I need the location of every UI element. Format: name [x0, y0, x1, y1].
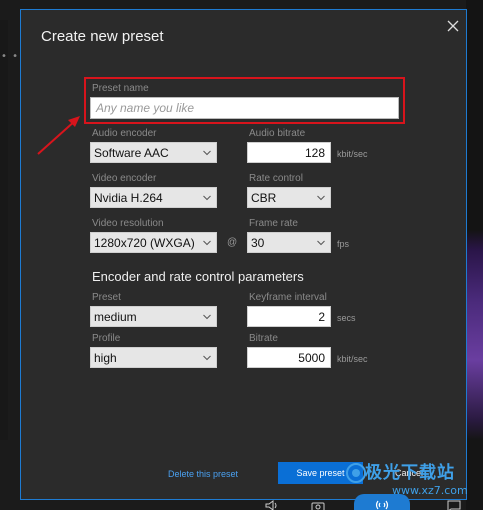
keyframe-interval-unit: secs — [337, 313, 356, 323]
at-sign: @ — [227, 237, 238, 248]
frame-rate-value: 30 — [251, 236, 265, 250]
preset-value: medium — [94, 310, 137, 324]
preset-select[interactable]: medium — [90, 306, 217, 327]
close-button[interactable] — [441, 14, 465, 38]
annotation-arrow-icon — [37, 116, 80, 155]
bitrate-unit: kbit/sec — [337, 354, 368, 364]
video-encoder-label: Video encoder — [92, 173, 157, 184]
create-preset-dialog: Create new preset Preset name Any name y… — [20, 9, 467, 500]
chevron-down-icon — [317, 240, 325, 246]
frame-rate-select[interactable]: 30 — [247, 232, 331, 253]
app-toolbar — [258, 494, 468, 510]
watermark-logo — [346, 463, 366, 483]
bitrate-label: Bitrate — [249, 333, 278, 344]
chevron-down-icon — [317, 195, 325, 201]
profile-select[interactable]: high — [90, 347, 217, 368]
background-more-dots: • • — [1, 51, 19, 62]
close-icon — [447, 20, 459, 32]
background-left-panel — [0, 20, 8, 440]
video-resolution-select[interactable]: 1280x720 (WXGA) — [90, 232, 217, 253]
camera-icon[interactable] — [310, 500, 326, 510]
keyframe-interval-input[interactable]: 2 — [247, 306, 331, 327]
chevron-down-icon — [203, 314, 211, 320]
broadcast-icon — [375, 500, 389, 510]
preset-name-input[interactable]: Any name you like — [90, 97, 399, 119]
video-resolution-value: 1280x720 (WXGA) — [94, 236, 195, 250]
audio-bitrate-input[interactable]: 128 — [247, 142, 331, 163]
chevron-down-icon — [203, 240, 211, 246]
keyframe-interval-label: Keyframe interval — [249, 292, 327, 303]
rate-control-value: CBR — [251, 191, 277, 205]
chevron-down-icon — [203, 150, 211, 156]
audio-bitrate-unit: kbit/sec — [337, 149, 368, 159]
preset-label: Preset — [92, 292, 121, 303]
video-encoder-select[interactable]: Nvidia H.264 — [90, 187, 217, 208]
preset-name-label: Preset name — [92, 83, 149, 94]
profile-label: Profile — [92, 333, 121, 344]
audio-encoder-label: Audio encoder — [92, 128, 157, 139]
audio-encoder-value: Software AAC — [94, 146, 169, 160]
watermark-title: 极光下载站 — [365, 463, 455, 483]
video-encoder-value: Nvidia H.264 — [94, 191, 163, 205]
audio-encoder-select[interactable]: Software AAC — [90, 142, 217, 163]
video-resolution-label: Video resolution — [92, 218, 164, 229]
watermark-url: www.xz7.com — [392, 484, 468, 497]
profile-value: high — [94, 351, 117, 365]
dialog-title: Create new preset — [41, 28, 164, 45]
bitrate-input[interactable]: 5000 — [247, 347, 331, 368]
delete-preset-link[interactable]: Delete this preset — [168, 469, 238, 479]
audio-bitrate-label: Audio bitrate — [249, 128, 306, 139]
background-preview-strip — [466, 0, 483, 510]
frame-rate-unit: fps — [337, 239, 350, 249]
rate-control-label: Rate control — [249, 173, 303, 184]
chevron-down-icon — [203, 355, 211, 361]
speaker-icon[interactable] — [264, 500, 280, 510]
chevron-down-icon — [203, 195, 211, 201]
frame-rate-label: Frame rate — [249, 218, 298, 229]
rate-control-select[interactable]: CBR — [247, 187, 331, 208]
encoder-parameters-heading: Encoder and rate control parameters — [92, 269, 304, 284]
chat-icon[interactable] — [446, 500, 462, 510]
